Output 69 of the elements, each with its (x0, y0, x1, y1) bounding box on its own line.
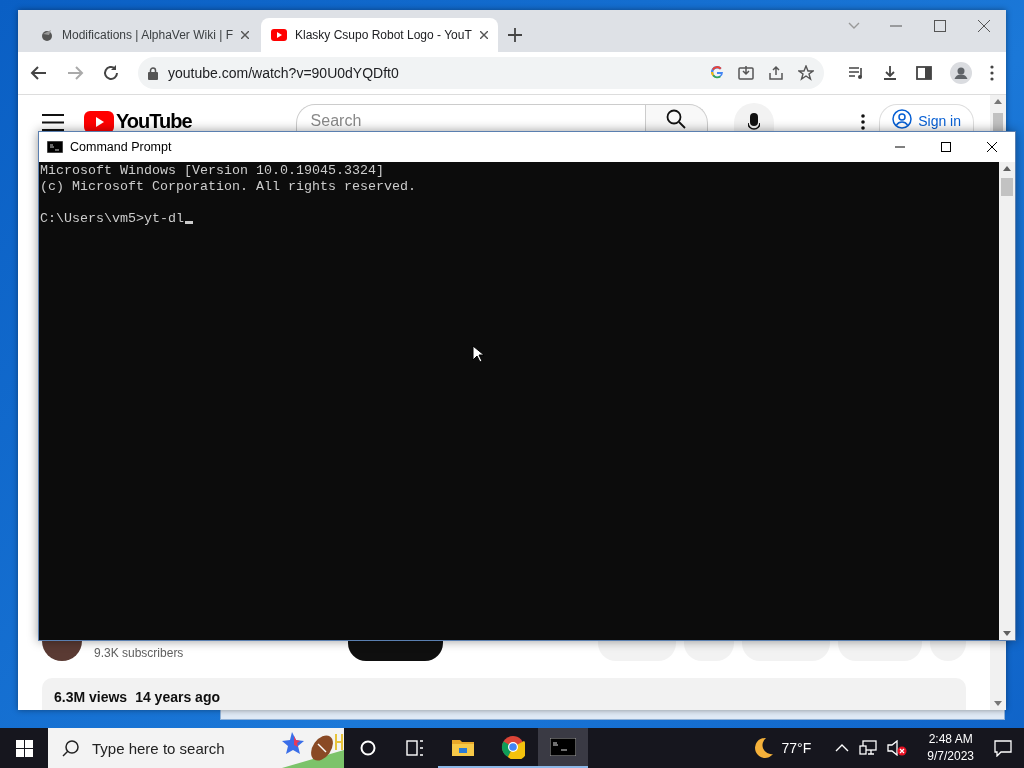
close-icon[interactable] (987, 142, 997, 152)
weather-temperature[interactable]: 77°F (781, 740, 812, 756)
reload-icon[interactable] (102, 64, 120, 82)
console-icon (47, 141, 63, 153)
chrome-icon (501, 735, 525, 759)
close-tab-icon[interactable] (240, 31, 249, 39)
upload-age: 14 years ago (135, 689, 220, 707)
notification-icon[interactable] (994, 739, 1012, 757)
share-icon[interactable] (768, 65, 784, 81)
clock[interactable]: 2:48 AM 9/7/2023 (927, 731, 974, 765)
subscriber-count: 9.3K subscribers (94, 646, 185, 660)
maximize-icon[interactable] (941, 142, 951, 152)
scrollbar-thumb[interactable] (993, 113, 1003, 131)
youtube-logo[interactable]: YouTube (116, 111, 192, 131)
taskbar-app-button[interactable] (538, 728, 588, 768)
clock-date: 9/7/2023 (927, 748, 974, 765)
google-icon[interactable] (710, 65, 724, 79)
sign-in-button[interactable]: Sign in (879, 104, 974, 131)
browser-tab[interactable]: Klasky Csupo Robot Logo - YouT (260, 18, 498, 52)
scroll-down-icon[interactable] (994, 701, 1002, 706)
search-icon (62, 739, 80, 757)
download-icon[interactable] (882, 65, 898, 81)
menu-icon[interactable] (990, 65, 994, 81)
menu-icon[interactable] (42, 114, 64, 131)
clock-time: 2:48 AM (928, 731, 973, 748)
console-text: (c) Microsoft Corporation. All rights reserved. (40, 179, 416, 195)
scroll-up-icon[interactable] (994, 99, 1002, 104)
chevron-up-icon[interactable] (835, 744, 850, 752)
back-icon[interactable] (30, 64, 48, 82)
terminal-icon (550, 738, 576, 756)
account-icon (892, 109, 913, 129)
subscribe-button[interactable] (348, 641, 443, 661)
voice-search-button[interactable] (733, 103, 774, 131)
play-favicon-icon (270, 29, 287, 41)
browser-tab[interactable]: Modifications | AlphaVer Wiki | F (30, 18, 259, 52)
scrollbar[interactable] (999, 162, 1015, 640)
address-bar[interactable]: youtube.com/watch?v=90U0dYQDft0 (138, 57, 824, 89)
profile-icon[interactable] (950, 62, 972, 84)
search-icon (666, 109, 687, 129)
channel-avatar[interactable] (42, 641, 82, 661)
text-cursor (184, 221, 193, 224)
wiki-favicon-icon (40, 28, 54, 42)
console-prompt: C:\Users\vm5>yt-dl (40, 211, 184, 226)
scrollbar-bottom[interactable] (990, 641, 1006, 710)
window-title: Command Prompt (70, 140, 173, 154)
network-icon[interactable] (859, 740, 878, 756)
media-icon[interactable] (848, 65, 864, 81)
new-tab-icon[interactable] (507, 28, 522, 42)
close-tab-icon[interactable] (479, 31, 488, 39)
cortana-icon[interactable] (360, 740, 376, 756)
description-box[interactable]: 6.3M views 14 years ago (42, 678, 966, 710)
console-text: Microsoft Windows [Version 10.0.19045.3324] (40, 163, 384, 179)
view-count: 6.3M views (54, 689, 128, 707)
folder-icon (452, 738, 474, 756)
taskbar-search-field[interactable]: Type here to search (48, 728, 344, 768)
side-panel-icon[interactable] (916, 65, 932, 81)
more-icon[interactable] (861, 114, 866, 130)
star-icon[interactable] (798, 65, 814, 81)
task-view-icon[interactable] (406, 740, 424, 756)
speaker-muted-icon[interactable] (887, 740, 908, 756)
search-button[interactable] (645, 104, 708, 131)
scroll-up-icon[interactable] (1003, 166, 1011, 171)
lock-icon (148, 66, 158, 80)
install-icon[interactable] (738, 65, 754, 81)
mouse-pointer-icon (472, 345, 484, 363)
scrollbar-top[interactable] (990, 95, 1006, 131)
scrollbar-thumb[interactable] (1001, 178, 1013, 196)
scroll-down-icon[interactable] (1003, 631, 1011, 636)
windows-logo-icon (15, 739, 33, 757)
